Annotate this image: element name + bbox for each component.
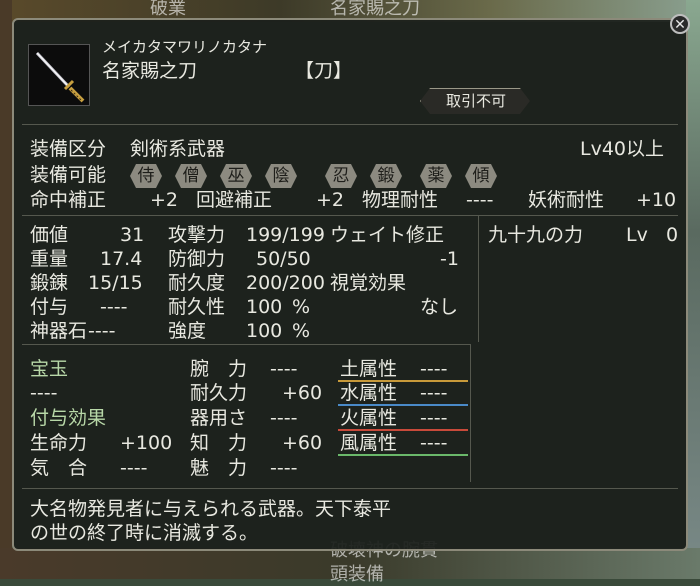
attr-label: 器用さ <box>190 407 248 429</box>
stat-value: 200/200 <box>246 272 325 294</box>
element-label: 火属性 <box>340 407 398 429</box>
evade-bonus-value: +2 <box>316 189 345 211</box>
katana-icon <box>35 51 85 103</box>
enchant-label: 付与効果 <box>30 407 107 429</box>
item-name: 名家賜之刀 <box>102 60 198 82</box>
attr-value: +60 <box>282 432 323 454</box>
background-label: 名家賜之刀 <box>330 0 420 19</box>
element-label: 風属性 <box>340 432 398 454</box>
class-badge: 巫 <box>220 164 252 188</box>
class-badge: 陰 <box>265 164 297 188</box>
evade-bonus-label: 回避補正 <box>196 189 273 211</box>
item-description: 大名物発見者に与えられる武器。天下泰平 <box>30 498 392 520</box>
attr-label: 耐久力 <box>190 382 248 404</box>
background-right <box>686 0 700 579</box>
element-value: ---- <box>420 382 448 404</box>
attr-label: 気 合 <box>30 457 88 479</box>
trade-status-badge: 取引不可 <box>420 88 530 114</box>
close-icon[interactable]: ✕ <box>674 17 686 33</box>
attr-label: 知 力 <box>190 432 248 454</box>
stat-label: 強度 <box>168 320 207 342</box>
divider <box>22 215 678 216</box>
stat-label: 防御力 <box>168 248 226 270</box>
class-badge: 鍛 <box>370 164 402 188</box>
class-badge: 僧 <box>175 164 207 188</box>
stat-label: 重量 <box>30 248 69 270</box>
attr-label: 魅 力 <box>190 457 248 479</box>
wind-element-underline <box>338 454 468 456</box>
level-requirement: Lv40以上 <box>580 138 665 160</box>
divider <box>22 488 678 489</box>
column-divider <box>470 344 471 482</box>
stat-value: 100 <box>246 296 283 318</box>
visual-effect-label: 視覚効果 <box>330 272 407 294</box>
element-value: ---- <box>420 358 448 380</box>
item-description: の世の終了時に消滅する。 <box>30 522 259 544</box>
item-icon <box>28 44 90 106</box>
stat-value: ---- <box>100 296 128 318</box>
column-divider <box>478 216 479 342</box>
stat-label: 付与 <box>30 296 69 318</box>
attr-label: 腕 力 <box>190 358 248 380</box>
stat-label: 神器石 <box>30 320 88 342</box>
skill-level-value: 0 <box>666 224 679 246</box>
equip-class-label: 装備区分 <box>30 138 107 160</box>
gem-value: ---- <box>30 382 58 404</box>
attr-label: 生命力 <box>30 432 88 454</box>
skill-name: 九十九の力 <box>488 224 584 246</box>
hit-bonus-label: 命中補正 <box>30 189 107 211</box>
physical-res-value: ---- <box>466 189 494 211</box>
element-label: 水属性 <box>340 382 398 404</box>
attr-value: ---- <box>120 457 148 479</box>
attr-value: +60 <box>282 382 323 404</box>
stat-value: 17.4 <box>100 248 143 270</box>
stat-label: 攻撃力 <box>168 224 226 246</box>
gem-label: 宝玉 <box>30 358 69 380</box>
stat-value: 50/50 <box>256 248 311 270</box>
equip-class-value: 剣術系武器 <box>130 138 226 160</box>
visual-effect-value: なし <box>420 296 459 318</box>
close-button[interactable]: ✕ <box>670 14 690 34</box>
element-value: ---- <box>420 432 448 454</box>
hit-bonus-value: +2 <box>150 189 179 211</box>
class-badge: 侍 <box>130 164 162 188</box>
divider <box>22 344 470 345</box>
mystic-res-label: 妖術耐性 <box>528 189 605 211</box>
stat-label: 鍛錬 <box>30 272 69 294</box>
element-label: 土属性 <box>340 358 398 380</box>
usable-classes-label: 装備可能 <box>30 164 107 186</box>
class-badge: 薬 <box>420 164 452 188</box>
divider <box>22 124 678 125</box>
weight-correction-label: ウェイト修正 <box>330 224 445 246</box>
stat-value: 15/15 <box>88 272 143 294</box>
background-left <box>0 0 12 579</box>
item-category: 【刀】 <box>295 60 353 82</box>
stat-unit: % <box>292 320 311 342</box>
attr-value: ---- <box>270 457 298 479</box>
element-value: ---- <box>420 407 448 429</box>
stat-label: 価値 <box>30 224 69 246</box>
mystic-res-value: +10 <box>636 189 677 211</box>
stat-label: 耐久性 <box>168 296 226 318</box>
stat-value: 31 <box>120 224 145 246</box>
stat-value: 100 <box>246 320 283 342</box>
stat-value: ---- <box>88 320 116 342</box>
water-element-underline <box>338 404 468 406</box>
background-label: 破業 <box>150 0 186 19</box>
attr-value: ---- <box>270 407 298 429</box>
physical-res-label: 物理耐性 <box>362 189 439 211</box>
fire-element-underline <box>338 429 468 431</box>
attr-value: +100 <box>120 432 173 454</box>
stat-label: 耐久度 <box>168 272 226 294</box>
background-label: 頭装備 <box>330 564 384 585</box>
class-badge: 傾 <box>465 164 497 188</box>
class-badge: 忍 <box>325 164 357 188</box>
skill-level-label: Lv <box>626 224 648 246</box>
item-reading: メイカタマワリノカタナ <box>102 38 268 56</box>
weight-correction-value: -1 <box>440 248 459 270</box>
stat-value: 199/199 <box>246 224 325 246</box>
stat-unit: % <box>292 296 311 318</box>
attr-value: ---- <box>270 358 298 380</box>
